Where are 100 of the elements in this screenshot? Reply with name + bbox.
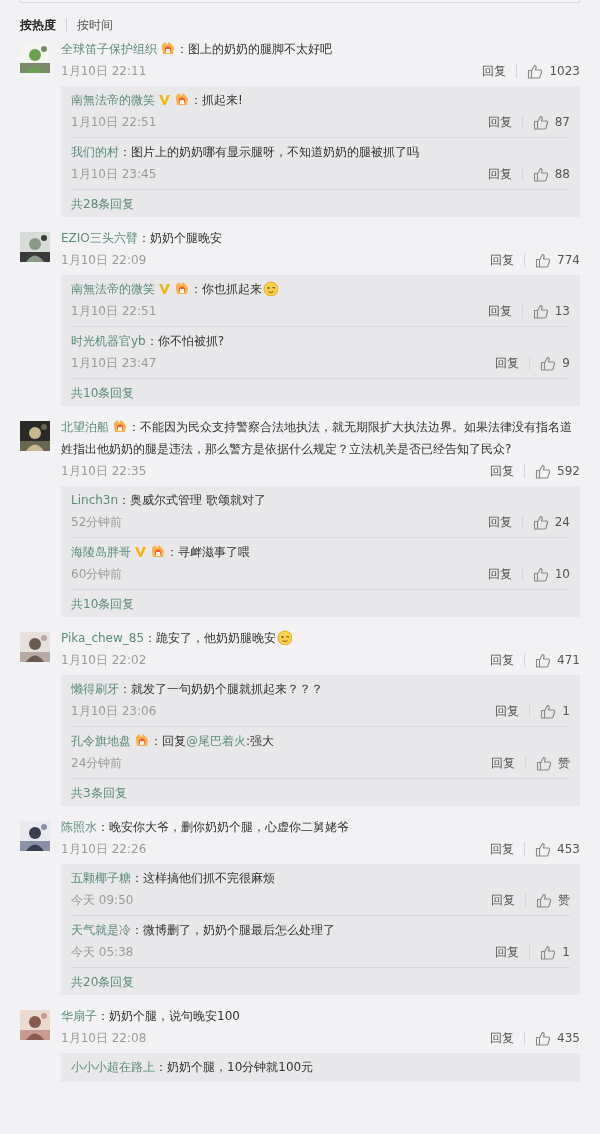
username-link[interactable]: 我们的村 [71,145,119,159]
thumbs-up-icon [532,114,549,130]
thumbs-up-icon [540,703,557,719]
username-link[interactable]: 孔令旗地盘 [71,734,131,748]
thumbs-up-icon [532,166,549,182]
timestamp: 24分钟前 [71,755,124,772]
thumbs-up-icon [540,355,557,371]
comment-text: 北望泊船 ：不能因为民众支持警察合法地执法，就无期限扩大执法边界。如果法律没有指名道姓指出他奶奶的腿是违法，那么警方是依据什么规定？立法机关是否已经告知了民众? [61,418,573,458]
comment-text: 懒得刷牙：就发了一句奶奶个腿就抓起来？？？ [71,681,324,698]
username-link[interactable]: 小小小超在路上 [71,1060,155,1074]
like-button[interactable]: 87 [532,113,570,131]
thumbs-up-icon [536,892,552,908]
comment-text: 海陵岛胖哥 ：寻衅滋事了喂 [71,543,251,561]
reply-link[interactable]: 回复 [482,62,507,80]
like-button[interactable]: 24 [532,513,570,531]
reply-link[interactable]: 回复 [487,113,512,131]
sort-tab[interactable]: 按热度 [20,15,56,34]
timestamp: 1月10日 22:51 [71,114,158,131]
comment-text: 孔令旗地盘 ：回复@尾巴着火:强大 [71,732,276,750]
timestamp: 今天 09:50 [71,892,135,909]
comment-text: 时光机器官yb：你不怕被抓? [71,333,226,350]
more-replies-link[interactable]: 共20条回复 [71,972,135,991]
username-link[interactable]: 五颗椰子糖 [71,871,131,885]
timestamp: 1月10日 22:08 [61,1030,148,1047]
timestamp: 1月10日 23:45 [71,166,158,183]
username-link[interactable]: 懒得刷牙 [71,682,119,696]
like-button[interactable]: 453 [535,840,580,858]
reply-link[interactable]: 回复 [487,165,512,183]
reply-link[interactable]: 回复 [490,251,515,269]
reply-link[interactable]: 回复 [495,943,520,961]
more-replies-link[interactable]: 共3条回复 [71,783,127,802]
username-link[interactable]: Pika_chew_85 [61,631,145,645]
username-link[interactable]: 时光机器官yb [71,334,146,348]
reply-link[interactable]: 回复 [491,754,515,772]
comment-text: 华扇子：奶奶个腿，说句晚安100 [61,1008,241,1025]
comment-text: 全球笛子保护组织 ：图上的奶奶的腿脚不太好吧 [61,40,333,58]
like-button[interactable]: 1023 [527,62,580,80]
like-button[interactable]: 10 [532,565,570,583]
mention-link[interactable]: @尾巴着火 [186,734,246,748]
thumbs-up-icon [532,566,549,582]
thumbs-up-icon [536,755,552,771]
like-button[interactable]: 471 [535,651,580,669]
like-button[interactable]: 赞 [536,891,570,909]
more-replies-link[interactable]: 共10条回复 [71,383,135,402]
like-button[interactable]: 9 [540,354,570,372]
more-replies-link[interactable]: 共28条回复 [71,194,135,213]
timestamp: 1月10日 22:09 [61,252,148,269]
timestamp: 52分钟前 [71,514,124,531]
username-link[interactable]: 南無法帝的微笑 [71,282,155,296]
thumbs-up-icon [532,514,549,530]
comment-text: 五颗椰子糖：这样搞他们抓不完很麻烦 [71,870,276,887]
username-link[interactable]: 天气就是冷 [71,923,131,937]
thumbs-up-icon [540,944,557,960]
reply-link[interactable]: 回复 [495,702,520,720]
username-link[interactable]: 南無法帝的微笑 [71,93,155,107]
timestamp: 1月10日 22:11 [61,63,148,80]
reply-link[interactable]: 回复 [490,651,515,669]
like-button[interactable]: 435 [535,1029,580,1047]
username-link[interactable]: EZIO三头六臂 [61,231,138,245]
username-link[interactable]: 陈照水 [61,820,97,834]
comment-text: Pika_chew_85：跪安了，他奶奶腿晚安 [61,627,580,649]
like-button[interactable]: 774 [535,251,580,269]
comment-text: 小小小超在路上：奶奶个腿，10分钟就100元 [71,1059,315,1076]
thumbs-up-icon [535,652,552,668]
like-button[interactable]: 1 [540,943,570,961]
comment-text: 天气就是冷：微博删了，奶奶个腿最后怎么处理了 [71,922,336,939]
comment-text: EZIO三头六臂：奶奶个腿晚安 [61,230,223,247]
reply-link[interactable]: 回复 [490,462,515,480]
reply-link[interactable]: 回复 [487,513,512,531]
username-link[interactable]: Linch3n [71,493,119,507]
thumbs-up-icon [527,63,544,79]
thumbs-up-icon [535,463,552,479]
thumbs-up-icon [535,1030,552,1046]
reply-link[interactable]: 回复 [490,840,515,858]
like-button[interactable]: 13 [532,302,570,320]
timestamp: 1月10日 22:02 [61,652,148,669]
thumbs-up-icon [532,303,549,319]
sort-tab[interactable]: 按时间 [77,15,113,34]
reply-link[interactable]: 回复 [487,565,512,583]
reply-link[interactable]: 回复 [490,1029,515,1047]
comment-text: Linch3n：奥威尔式管理 歌颂就对了 [71,492,267,509]
timestamp: 1月10日 22:26 [61,841,148,858]
username-link[interactable]: 华扇子 [61,1009,97,1023]
timestamp: 1月10日 23:47 [71,355,158,372]
thumbs-up-icon [535,841,552,857]
reply-link[interactable]: 回复 [487,302,512,320]
timestamp: 今天 05:38 [71,944,135,961]
like-button[interactable]: 1 [540,702,570,720]
timestamp: 1月10日 22:35 [61,463,148,480]
username-link[interactable]: 北望泊船 [61,420,109,434]
comment-text: 南無法帝的微笑 ：抓起来! [71,91,244,109]
like-button[interactable]: 592 [535,462,580,480]
more-replies-link[interactable]: 共10条回复 [71,594,135,613]
comment-text: 我们的村：图片上的奶奶哪有显示腿呀，不知道奶奶的腿被抓了吗 [71,144,420,161]
reply-link[interactable]: 回复 [495,354,520,372]
username-link[interactable]: 海陵岛胖哥 [71,545,131,559]
like-button[interactable]: 88 [532,165,570,183]
username-link[interactable]: 全球笛子保护组织 [61,42,157,56]
reply-link[interactable]: 回复 [491,891,515,909]
like-button[interactable]: 赞 [536,754,570,772]
